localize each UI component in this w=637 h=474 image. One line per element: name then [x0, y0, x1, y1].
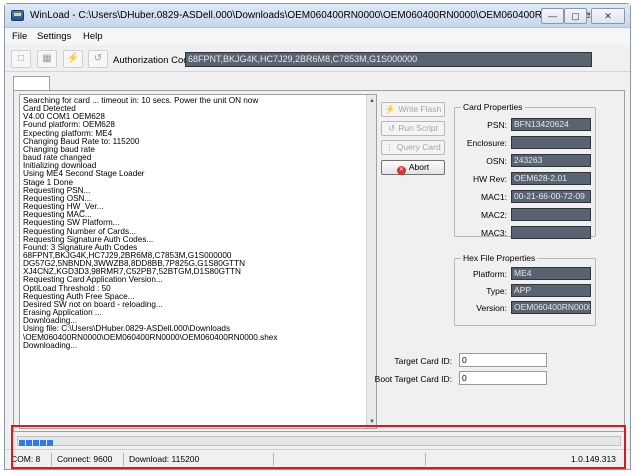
card-property-value: 243263: [511, 154, 591, 167]
card-property-label: Enclosure:: [466, 138, 507, 148]
window-title: WinLoad - C:\Users\DHuber.0829-ASDell.00…: [30, 10, 596, 21]
scroll-up-icon[interactable]: ▲: [368, 97, 376, 105]
card-property-value: [511, 208, 591, 221]
hex-properties-group: Hex File Properties Platform: ME4 Type: APP…: [454, 253, 596, 326]
hex-property-label: Type:: [486, 286, 507, 296]
toolbar: □ ▦ ⚡ ↺ Authorization Code: 68FPNT,BKJG4…: [5, 46, 630, 72]
abort-label: Abort: [408, 162, 430, 172]
abort-button[interactable]: ✕ Abort: [381, 160, 445, 175]
log-line: Downloading...: [23, 340, 78, 350]
hex-property-value: ME4: [511, 267, 591, 280]
card-property-label: HW Rev:: [473, 174, 507, 184]
card-properties-group: Card Properties PSN: BFN13420624 Enclosure…: [454, 102, 596, 239]
open-file-icon[interactable]: □: [11, 50, 31, 68]
run-script-label: Run Script: [398, 123, 438, 133]
close-button[interactable]: ✕: [591, 8, 625, 24]
query-card-icon: ⋮: [385, 142, 394, 152]
maximize-button[interactable]: ▢: [564, 8, 587, 24]
log-lines: Searching for card ... timeout in: 10 se…: [23, 96, 363, 350]
boot-target-card-input[interactable]: 0: [459, 371, 547, 385]
highlight-box: [11, 425, 626, 469]
run-script-icon: ↺: [388, 123, 396, 133]
card-property-value: BFN13420624: [511, 118, 591, 131]
query-card-label: Query Card: [396, 142, 441, 152]
query-card-button[interactable]: ⋮ Query Card: [381, 140, 445, 155]
run-script-button[interactable]: ↺ Run Script: [381, 121, 445, 136]
menu-bar: File Settings Help: [5, 29, 630, 45]
card-property-value: OEM628-2.01: [511, 172, 591, 185]
print-icon[interactable]: ▦: [37, 50, 57, 68]
main-panel: Searching for card ... timeout in: 10 se…: [13, 90, 625, 432]
hex-property-label: Platform:: [472, 269, 507, 279]
hex-property-value: APP: [511, 284, 591, 297]
hex-property-value: OEM060400RN0000: [511, 301, 591, 314]
authorization-label: Authorization Code:: [113, 55, 197, 66]
card-property-value: [511, 136, 591, 149]
boot-target-card-label: Boot Target Card ID:: [374, 374, 452, 384]
hex-property-label: Version:: [476, 303, 507, 313]
title-bar[interactable]: WinLoad - C:\Users\DHuber.0829-ASDell.00…: [5, 4, 630, 28]
write-flash-label: Write Flash: [398, 104, 442, 114]
card-properties-title: Card Properties: [461, 102, 525, 112]
tab-main[interactable]: [13, 76, 50, 90]
menu-settings[interactable]: Settings: [37, 31, 71, 42]
authorization-code-field[interactable]: 68FPNT,BKJG4K,HC7J29,2BR6M8,C7853M,G1S00…: [185, 52, 592, 67]
card-property-label: MAC3:: [481, 228, 507, 238]
write-flash-icon: ⚡: [384, 104, 396, 114]
hex-properties-title: Hex File Properties: [461, 253, 538, 263]
target-card-input[interactable]: 0: [459, 353, 547, 367]
abort-icon: ✕: [396, 166, 406, 175]
run-script-icon[interactable]: ↺: [88, 50, 108, 68]
menu-file[interactable]: File: [12, 31, 27, 42]
card-property-label: OSN:: [486, 156, 507, 166]
target-card-label: Target Card ID:: [394, 356, 452, 366]
card-property-label: PSN:: [487, 120, 507, 130]
menu-help[interactable]: Help: [83, 31, 103, 42]
app-icon: [11, 10, 24, 21]
card-property-label: MAC1:: [481, 192, 507, 202]
app-window: WinLoad - C:\Users\DHuber.0829-ASDell.00…: [4, 3, 631, 470]
write-flash-button[interactable]: ⚡ Write Flash: [381, 102, 445, 117]
card-property-value: [511, 226, 591, 239]
write-flash-icon[interactable]: ⚡: [63, 50, 83, 68]
log-output[interactable]: Searching for card ... timeout in: 10 se…: [19, 94, 377, 429]
card-property-label: MAC2:: [481, 210, 507, 220]
minimize-button[interactable]: —: [541, 8, 564, 24]
log-line: Using ME4 Second Stage Loader: [23, 169, 145, 179]
card-property-value: 00-21-66-00-72-09: [511, 190, 591, 203]
